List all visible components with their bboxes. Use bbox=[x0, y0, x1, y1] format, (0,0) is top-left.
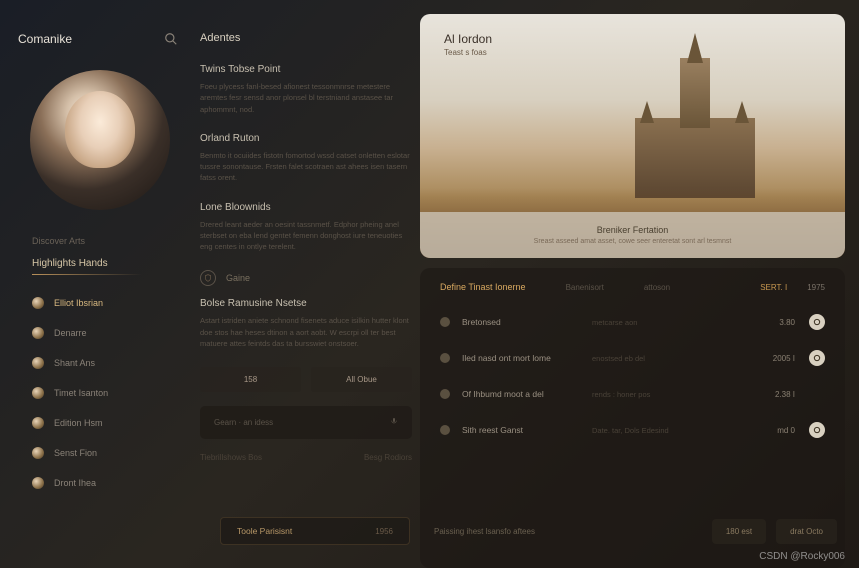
nav-avatar-icon bbox=[32, 297, 44, 309]
nav-avatar-icon bbox=[32, 357, 44, 369]
nav-list: Elliot Ibsrian Denarre Shant Ans Timet I… bbox=[18, 289, 182, 497]
sidebar-section-header: Highlights Hands bbox=[32, 258, 182, 269]
block-heading-0: Twins Tobse Point bbox=[200, 64, 412, 75]
row-action-empty bbox=[809, 386, 825, 402]
avatar[interactable] bbox=[30, 70, 170, 210]
center-button-1[interactable]: All Obue bbox=[311, 367, 412, 392]
search-icon[interactable] bbox=[160, 28, 182, 50]
bottom-pill[interactable]: Toole Parisisnt 1956 bbox=[220, 517, 410, 545]
bottom-text: Paissing ihest lsansfo aftees bbox=[424, 527, 698, 536]
castle-illustration bbox=[605, 58, 785, 198]
block-text-1: Benmto it ocuiides fistotn fomortod wssd… bbox=[200, 150, 412, 184]
watermark: CSDN @Rocky006 bbox=[759, 551, 845, 562]
block-heading-2: Lone Bloownids bbox=[200, 202, 412, 213]
block-text-0: Foeu plycess fanl-besed afionest tessonm… bbox=[200, 81, 412, 115]
row-dot-icon bbox=[440, 389, 450, 399]
shield-icon bbox=[200, 270, 216, 286]
list-header-r2: 1975 bbox=[807, 283, 825, 292]
list-header-r1: SERT. I bbox=[760, 283, 787, 292]
nav-item-2[interactable]: Shant Ans bbox=[18, 349, 182, 377]
nav-avatar-icon bbox=[32, 327, 44, 339]
nav-item-1[interactable]: Denarre bbox=[18, 319, 182, 347]
nav-avatar-icon bbox=[32, 477, 44, 489]
bottom-bar: Toole Parisisnt 1956 Paissing ihest lsan… bbox=[220, 516, 837, 546]
nav-item-3[interactable]: Timet Isanton bbox=[18, 379, 182, 407]
row-dot-icon bbox=[440, 425, 450, 435]
bottom-action-1[interactable]: drat Octo bbox=[776, 519, 837, 544]
list-row[interactable]: Iled nasd ont mort lome enostsed eb del … bbox=[440, 340, 825, 376]
center-meta-1: Besg Rodiors bbox=[364, 453, 412, 462]
icon-row-label: Gaine bbox=[226, 273, 250, 283]
nav-item-6[interactable]: Dront Ihea bbox=[18, 469, 182, 497]
right-column: Al Iordon Teast s foas Breniker Fertatio… bbox=[420, 0, 859, 568]
hero-title: Al Iordon bbox=[444, 32, 492, 46]
list-header: Define Tinast Ionerne Banenisort attoson… bbox=[440, 282, 825, 292]
hero-footer-text: Sreast asseed amat asset, cowe seer ente… bbox=[534, 238, 732, 245]
row-dot-icon bbox=[440, 353, 450, 363]
subblock-heading: Bolse Ramusine Nsetse bbox=[200, 298, 412, 309]
nav-item-5[interactable]: Senst Fion bbox=[18, 439, 182, 467]
list-row[interactable]: Of Ihbumd moot a del rends : honer pos 2… bbox=[440, 376, 825, 412]
row-action-icon[interactable] bbox=[809, 422, 825, 438]
mic-icon[interactable] bbox=[390, 416, 398, 429]
sidebar-sublabel: Discover Arts bbox=[32, 236, 182, 246]
hero-subtitle: Teast s foas bbox=[444, 48, 487, 57]
sidebar: Comanike Discover Arts Highlights Hands … bbox=[0, 0, 200, 568]
bottom-action-0[interactable]: 180 est bbox=[712, 519, 766, 544]
hero-footer: Breniker Fertation Sreast asseed amat as… bbox=[420, 212, 845, 258]
row-action-icon[interactable] bbox=[809, 350, 825, 366]
list-row[interactable]: Sith reest Ganst Date. tar, Dols Edesind… bbox=[440, 412, 825, 448]
hero-card[interactable]: Al Iordon Teast s foas Breniker Fertatio… bbox=[420, 14, 845, 258]
brand-title: Comanike bbox=[18, 32, 72, 46]
block-heading-1: Orland Ruton bbox=[200, 133, 412, 144]
subblock-text: Astart istriden aniete schnond fisenets … bbox=[200, 315, 412, 349]
list-header-main: Define Tinast Ionerne bbox=[440, 282, 526, 292]
center-column: Adentes Twins Tobse Point Foeu plycess f… bbox=[200, 0, 420, 568]
center-title: Adentes bbox=[200, 32, 412, 44]
row-action-icon[interactable] bbox=[809, 314, 825, 330]
nav-avatar-icon bbox=[32, 387, 44, 399]
block-text-2: Drered leant aeder an oesint tassnmetf. … bbox=[200, 219, 412, 253]
hero-footer-title: Breniker Fertation bbox=[597, 225, 669, 235]
list-header-col2: Banenisort bbox=[566, 283, 604, 292]
list-header-col3: attoson bbox=[644, 283, 670, 292]
nav-avatar-icon bbox=[32, 447, 44, 459]
bottom-pill-label: Toole Parisisnt bbox=[237, 526, 292, 536]
row-dot-icon bbox=[440, 317, 450, 327]
list-row[interactable]: Bretonsed metcarse aon 3.80 bbox=[440, 304, 825, 340]
nav-item-4[interactable]: Edition Hsm bbox=[18, 409, 182, 437]
nav-avatar-icon bbox=[32, 417, 44, 429]
center-meta-0: Tiebrillshows Bos bbox=[200, 453, 262, 462]
center-input[interactable]: Gearn · an idess bbox=[200, 406, 412, 439]
input-placeholder: Gearn · an idess bbox=[214, 418, 273, 427]
center-button-0[interactable]: 158 bbox=[200, 367, 301, 392]
nav-item-0[interactable]: Elliot Ibsrian bbox=[18, 289, 182, 317]
bottom-pill-count: 1956 bbox=[375, 527, 393, 536]
